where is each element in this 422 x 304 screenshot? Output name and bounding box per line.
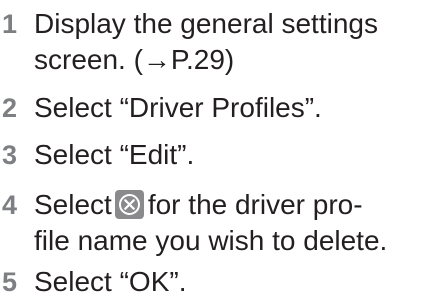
step-text-segment: Select — [34, 189, 112, 220]
step-text: Select for the driver pro- file name you … — [34, 187, 420, 259]
step-text-line: screen. (→P.29) — [34, 44, 235, 75]
step-text-line: Select for the driver pro- — [34, 187, 420, 223]
step-text-line: Select “OK”. — [34, 266, 187, 297]
step-number: 3 — [2, 140, 18, 170]
step-text-line: file name you wish to delete. — [34, 225, 388, 256]
step-text-line: Select “Driver Profiles”. — [34, 92, 322, 123]
step-text-line: Display the general settings — [34, 8, 378, 39]
procedure-steps: 1 Display the general settings screen. (… — [0, 0, 422, 304]
step-text-line: Select “Edit”. — [34, 139, 195, 170]
step-number: 5 — [2, 267, 18, 297]
step-number: 4 — [2, 190, 18, 220]
step-number: 1 — [2, 9, 18, 39]
step-text: Display the general settings screen. (→P… — [34, 6, 420, 78]
delete-circle-x-icon — [114, 190, 144, 219]
step-text-segment: for the driver pro- — [147, 189, 363, 220]
step-text: Select “OK”. — [34, 264, 420, 300]
step-number: 2 — [2, 93, 18, 123]
step-text: Select “Driver Profiles”. — [34, 90, 420, 126]
step-text: Select “Edit”. — [34, 137, 420, 173]
